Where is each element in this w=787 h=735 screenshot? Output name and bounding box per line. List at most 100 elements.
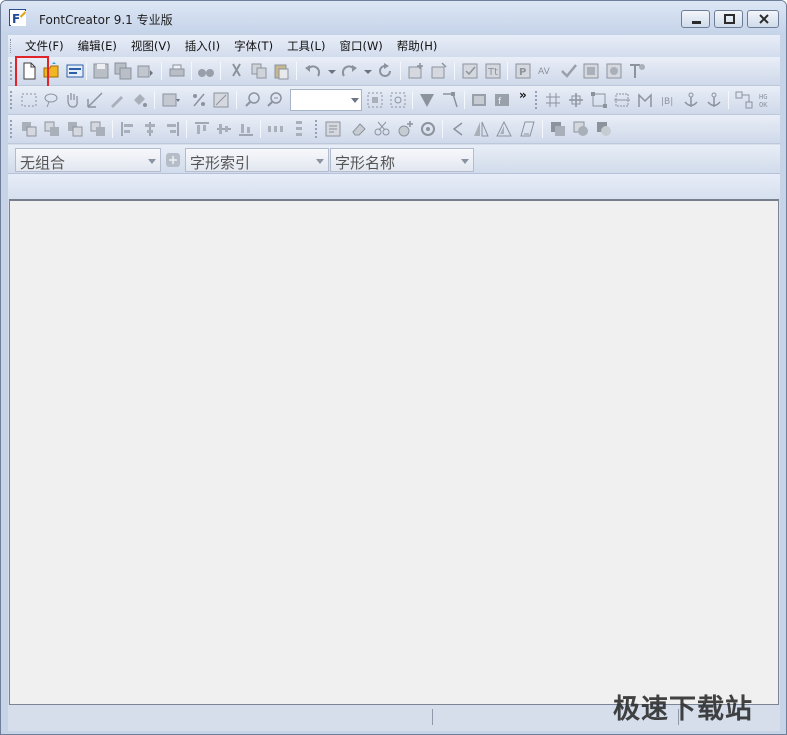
print-icon[interactable] xyxy=(166,60,188,82)
chevron-down-icon[interactable] xyxy=(316,159,324,164)
hand-icon[interactable] xyxy=(62,89,84,111)
transform-icon[interactable] xyxy=(210,89,232,111)
redo-icon[interactable] xyxy=(338,60,360,82)
bring-forward-icon[interactable] xyxy=(41,118,63,140)
text-insert-icon[interactable] xyxy=(626,60,648,82)
flip-vertical-icon[interactable] xyxy=(493,118,515,140)
menu-window[interactable]: 窗口(W) xyxy=(332,36,389,56)
scissors-icon[interactable] xyxy=(371,118,393,140)
validate-icon[interactable] xyxy=(459,60,481,82)
bring-front-icon[interactable] xyxy=(18,118,40,140)
menu-insert[interactable]: 插入(I) xyxy=(178,36,227,56)
group-combo[interactable]: 无组合 xyxy=(15,148,161,172)
chevron-down-icon[interactable] xyxy=(148,159,156,164)
cut-icon[interactable] xyxy=(226,60,248,82)
glyph-preview-icon[interactable] xyxy=(603,60,625,82)
align-center-icon[interactable] xyxy=(139,118,161,140)
bounding-box-icon[interactable] xyxy=(588,89,610,111)
measure-icon[interactable] xyxy=(84,89,106,111)
grid-icon[interactable] xyxy=(542,89,564,111)
anchor-add-icon[interactable] xyxy=(703,89,725,111)
fill-icon[interactable] xyxy=(128,89,150,111)
percent-icon[interactable] xyxy=(188,89,210,111)
toolbar-grip-icon[interactable] xyxy=(10,91,13,109)
group-settings-icon[interactable] xyxy=(162,149,184,171)
union-icon[interactable] xyxy=(547,118,569,140)
align-top-icon[interactable] xyxy=(191,118,213,140)
background-image-icon[interactable] xyxy=(468,89,490,111)
menu-grip-icon[interactable] xyxy=(10,39,13,53)
preview-icon[interactable] xyxy=(580,60,602,82)
paste-icon[interactable] xyxy=(270,60,292,82)
toolbar-grip-icon[interactable] xyxy=(10,62,13,80)
guidelines-icon[interactable] xyxy=(565,89,587,111)
maximize-button[interactable] xyxy=(714,10,743,28)
skew-icon[interactable] xyxy=(516,118,538,140)
zoom-in-icon[interactable] xyxy=(242,89,264,111)
menu-file[interactable]: 文件(F) xyxy=(18,36,71,56)
baseline-icon[interactable]: |B| xyxy=(657,89,679,111)
menu-view[interactable]: 视图(V) xyxy=(124,36,178,56)
chevron-down-icon[interactable] xyxy=(461,159,469,164)
eraser-icon[interactable] xyxy=(348,118,370,140)
glyph-name-combo[interactable]: 字形名称 xyxy=(330,148,474,172)
distribute-vertical-icon[interactable] xyxy=(288,118,310,140)
anchor-icon[interactable] xyxy=(680,89,702,111)
send-back-icon[interactable] xyxy=(87,118,109,140)
mdi-workspace[interactable] xyxy=(9,199,779,705)
menu-edit[interactable]: 编辑(E) xyxy=(71,36,124,56)
menu-help[interactable]: 帮助(H) xyxy=(390,36,445,56)
save-icon[interactable] xyxy=(90,60,112,82)
send-backward-icon[interactable] xyxy=(64,118,86,140)
glyph-map-icon[interactable]: HG OK xyxy=(756,89,778,111)
toolbar-grip-icon[interactable] xyxy=(315,120,318,138)
fit-icon[interactable] xyxy=(364,89,386,111)
toolbar-grip-icon[interactable] xyxy=(535,91,538,109)
toolbar-overflow-icon[interactable]: » xyxy=(519,88,527,102)
properties-icon[interactable]: P xyxy=(512,60,534,82)
contour-info-icon[interactable] xyxy=(322,118,344,140)
test-font-icon[interactable]: Tt xyxy=(482,60,504,82)
select-rect-icon[interactable] xyxy=(18,89,40,111)
distribute-horizontal-icon[interactable] xyxy=(265,118,287,140)
zoom-out-icon[interactable] xyxy=(264,89,286,111)
rotate-left-icon[interactable] xyxy=(447,118,469,140)
check-icon[interactable] xyxy=(558,60,580,82)
font-browser-icon[interactable] xyxy=(64,60,86,82)
repeat-icon[interactable] xyxy=(374,60,396,82)
new-file-icon[interactable] xyxy=(18,60,40,82)
hinting-icon[interactable] xyxy=(634,89,656,111)
zoom-rect-icon[interactable] xyxy=(387,89,409,111)
open-folder-icon[interactable] xyxy=(41,60,63,82)
triangle-tool-icon[interactable] xyxy=(416,89,438,111)
metrics-icon[interactable] xyxy=(611,89,633,111)
subtract-icon[interactable] xyxy=(593,118,615,140)
close-button[interactable] xyxy=(747,10,779,28)
export-icon[interactable] xyxy=(134,60,156,82)
undo-icon[interactable] xyxy=(302,60,324,82)
trace-icon[interactable]: f xyxy=(491,89,513,111)
flip-horizontal-icon[interactable] xyxy=(470,118,492,140)
align-right-icon[interactable] xyxy=(161,118,183,140)
kerning-icon[interactable]: AV xyxy=(535,60,557,82)
align-left-icon[interactable] xyxy=(117,118,139,140)
save-all-icon[interactable] xyxy=(112,60,134,82)
add-glyph-icon[interactable] xyxy=(405,60,427,82)
menu-tools[interactable]: 工具(L) xyxy=(280,36,332,56)
add-contour-icon[interactable] xyxy=(394,118,416,140)
copy-icon[interactable] xyxy=(248,60,270,82)
pen-icon[interactable] xyxy=(106,89,128,111)
reverse-contour-icon[interactable] xyxy=(417,118,439,140)
image-icon[interactable] xyxy=(160,89,182,111)
intersect-icon[interactable] xyxy=(570,118,592,140)
lasso-icon[interactable] xyxy=(40,89,62,111)
glyph-index-combo[interactable]: 字形索引 xyxy=(185,148,329,172)
minimize-button[interactable] xyxy=(681,10,710,28)
align-bottom-icon[interactable] xyxy=(235,118,257,140)
chevron-down-icon[interactable] xyxy=(351,98,359,103)
align-middle-icon[interactable] xyxy=(213,118,235,140)
toolbar-grip-icon[interactable] xyxy=(10,120,13,138)
menu-font[interactable]: 字体(T) xyxy=(227,36,280,56)
node-tool-icon[interactable] xyxy=(439,89,461,111)
zoom-combo[interactable] xyxy=(290,89,362,111)
